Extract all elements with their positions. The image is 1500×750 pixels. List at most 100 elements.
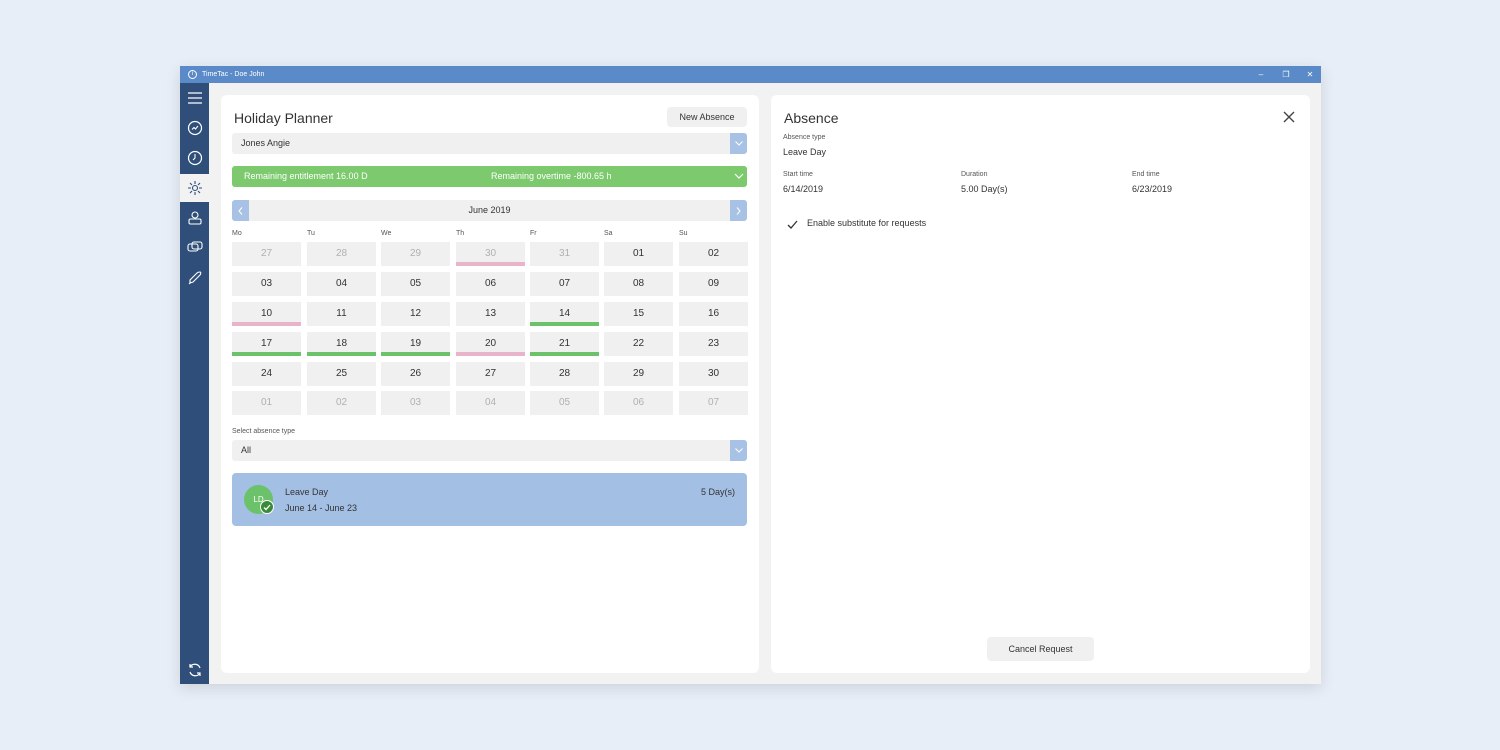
month-label: June 2019 bbox=[468, 205, 511, 215]
calendar-day[interactable]: 04 bbox=[456, 391, 525, 415]
calendar-day[interactable]: 23 bbox=[679, 332, 748, 356]
leave-day-marker bbox=[530, 322, 599, 326]
calendar-day[interactable]: 30 bbox=[456, 242, 525, 266]
calendar-day[interactable]: 18 bbox=[307, 332, 376, 356]
calendar-day[interactable]: 08 bbox=[604, 272, 673, 296]
calendar-day-number: 06 bbox=[632, 397, 645, 408]
calendar-day[interactable]: 24 bbox=[232, 362, 301, 386]
calendar-day[interactable]: 31 bbox=[530, 242, 599, 266]
calendar-day[interactable]: 22 bbox=[604, 332, 673, 356]
calendar-day[interactable]: 28 bbox=[530, 362, 599, 386]
prev-month-button[interactable] bbox=[232, 200, 249, 221]
calendar-day[interactable]: 01 bbox=[604, 242, 673, 266]
calendar-day[interactable]: 06 bbox=[604, 391, 673, 415]
calendar-day[interactable]: 15 bbox=[604, 302, 673, 326]
holiday-planner-panel: Holiday Planner New Absence Jones Angie … bbox=[221, 95, 759, 673]
sync-icon bbox=[188, 663, 201, 677]
substitute-checkbox[interactable] bbox=[787, 217, 799, 229]
dashboard-icon bbox=[187, 120, 202, 136]
weekday-label: Fr bbox=[530, 230, 537, 237]
start-time-value: 6/14/2019 bbox=[783, 184, 824, 194]
entitlement-bar[interactable]: Remaining entitlement 16.00 D Remaining … bbox=[232, 166, 747, 187]
calendar-day-number: 05 bbox=[409, 278, 422, 289]
sidebar-item-dashboard[interactable] bbox=[180, 114, 209, 142]
calendar-day[interactable]: 03 bbox=[232, 272, 301, 296]
calendar-day[interactable]: 07 bbox=[679, 391, 748, 415]
user-select[interactable]: Jones Angie bbox=[232, 133, 747, 154]
weekday-label: Tu bbox=[307, 230, 315, 237]
weekday-label: Sa bbox=[604, 230, 613, 237]
calendar-day-number: 17 bbox=[260, 338, 273, 349]
restore-button[interactable]: ❐ bbox=[1275, 66, 1297, 83]
calendar-day-number: 29 bbox=[409, 248, 422, 259]
calendar-day[interactable]: 14 bbox=[530, 302, 599, 326]
calendar-day[interactable]: 13 bbox=[456, 302, 525, 326]
cancel-request-button[interactable]: Cancel Request bbox=[987, 637, 1094, 661]
calendar-day-number: 01 bbox=[632, 248, 645, 259]
calendar-day-number: 04 bbox=[484, 397, 497, 408]
calendar-day-number: 02 bbox=[335, 397, 348, 408]
calendar-day[interactable]: 19 bbox=[381, 332, 450, 356]
sidebar-item-chat[interactable] bbox=[180, 234, 209, 262]
minimize-button[interactable]: – bbox=[1250, 66, 1272, 83]
absence-type-field-label: Absence type bbox=[783, 134, 826, 141]
calendar-day[interactable]: 07 bbox=[530, 272, 599, 296]
calendar-day-number: 23 bbox=[707, 338, 720, 349]
sidebar-item-rocket[interactable] bbox=[180, 264, 209, 292]
calendar-day[interactable]: 16 bbox=[679, 302, 748, 326]
close-window-button[interactable]: ✕ bbox=[1299, 66, 1321, 83]
calendar-day-number: 11 bbox=[336, 308, 347, 319]
calendar-day[interactable]: 03 bbox=[381, 391, 450, 415]
calendar-day[interactable]: 29 bbox=[381, 242, 450, 266]
calendar-day[interactable]: 04 bbox=[307, 272, 376, 296]
calendar-day[interactable]: 26 bbox=[381, 362, 450, 386]
calendar-day[interactable]: 27 bbox=[456, 362, 525, 386]
calendar-day[interactable]: 09 bbox=[679, 272, 748, 296]
new-absence-button[interactable]: New Absence bbox=[667, 107, 747, 127]
sidebar-sync-button[interactable] bbox=[180, 656, 209, 684]
pending-day-marker bbox=[456, 352, 525, 356]
calendar-day[interactable]: 12 bbox=[381, 302, 450, 326]
calendar-day[interactable]: 27 bbox=[232, 242, 301, 266]
calendar-day[interactable]: 20 bbox=[456, 332, 525, 356]
absence-item-dates: June 14 - June 23 bbox=[285, 503, 358, 513]
sidebar-menu-button[interactable] bbox=[180, 84, 209, 112]
calendar-day[interactable]: 21 bbox=[530, 332, 599, 356]
user-select-value: Jones Angie bbox=[241, 138, 291, 148]
calendar-day-number: 03 bbox=[260, 278, 273, 289]
calendar-day[interactable]: 05 bbox=[530, 391, 599, 415]
calendar-day-number: 21 bbox=[558, 338, 571, 349]
next-month-button[interactable] bbox=[730, 200, 747, 221]
chevron-right-icon bbox=[736, 206, 741, 215]
sidebar bbox=[180, 83, 209, 684]
calendar-day[interactable]: 25 bbox=[307, 362, 376, 386]
absence-list-item[interactable]: LD Leave Day June 14 - June 23 5 Day(s) bbox=[232, 473, 747, 526]
calendar-day[interactable]: 28 bbox=[307, 242, 376, 266]
calendar-day-number: 25 bbox=[335, 368, 348, 379]
sidebar-item-time[interactable] bbox=[180, 144, 209, 172]
calendar-day[interactable]: 29 bbox=[604, 362, 673, 386]
calendar-day[interactable]: 10 bbox=[232, 302, 301, 326]
checkmark-icon bbox=[787, 220, 798, 229]
close-panel-button[interactable] bbox=[1282, 110, 1296, 124]
clock-icon bbox=[187, 150, 202, 166]
start-time-label: Start time bbox=[783, 171, 813, 178]
leave-day-marker bbox=[232, 352, 301, 356]
calendar-day-number: 01 bbox=[260, 397, 273, 408]
sidebar-item-holiday[interactable] bbox=[180, 174, 209, 202]
calendar-day-number: 04 bbox=[335, 278, 348, 289]
sidebar-item-team[interactable] bbox=[180, 204, 209, 232]
calendar-day-number: 27 bbox=[484, 368, 497, 379]
absence-type-select[interactable]: All bbox=[232, 440, 747, 461]
calendar-day-number: 27 bbox=[260, 248, 273, 259]
calendar-day[interactable]: 30 bbox=[679, 362, 748, 386]
calendar-day[interactable]: 02 bbox=[679, 242, 748, 266]
calendar-day[interactable]: 02 bbox=[307, 391, 376, 415]
calendar-day-number: 06 bbox=[484, 278, 497, 289]
calendar-day[interactable]: 01 bbox=[232, 391, 301, 415]
calendar-day-number: 30 bbox=[484, 248, 497, 259]
calendar-day[interactable]: 06 bbox=[456, 272, 525, 296]
calendar-day[interactable]: 17 bbox=[232, 332, 301, 356]
calendar-day[interactable]: 05 bbox=[381, 272, 450, 296]
calendar-day[interactable]: 11 bbox=[307, 302, 376, 326]
